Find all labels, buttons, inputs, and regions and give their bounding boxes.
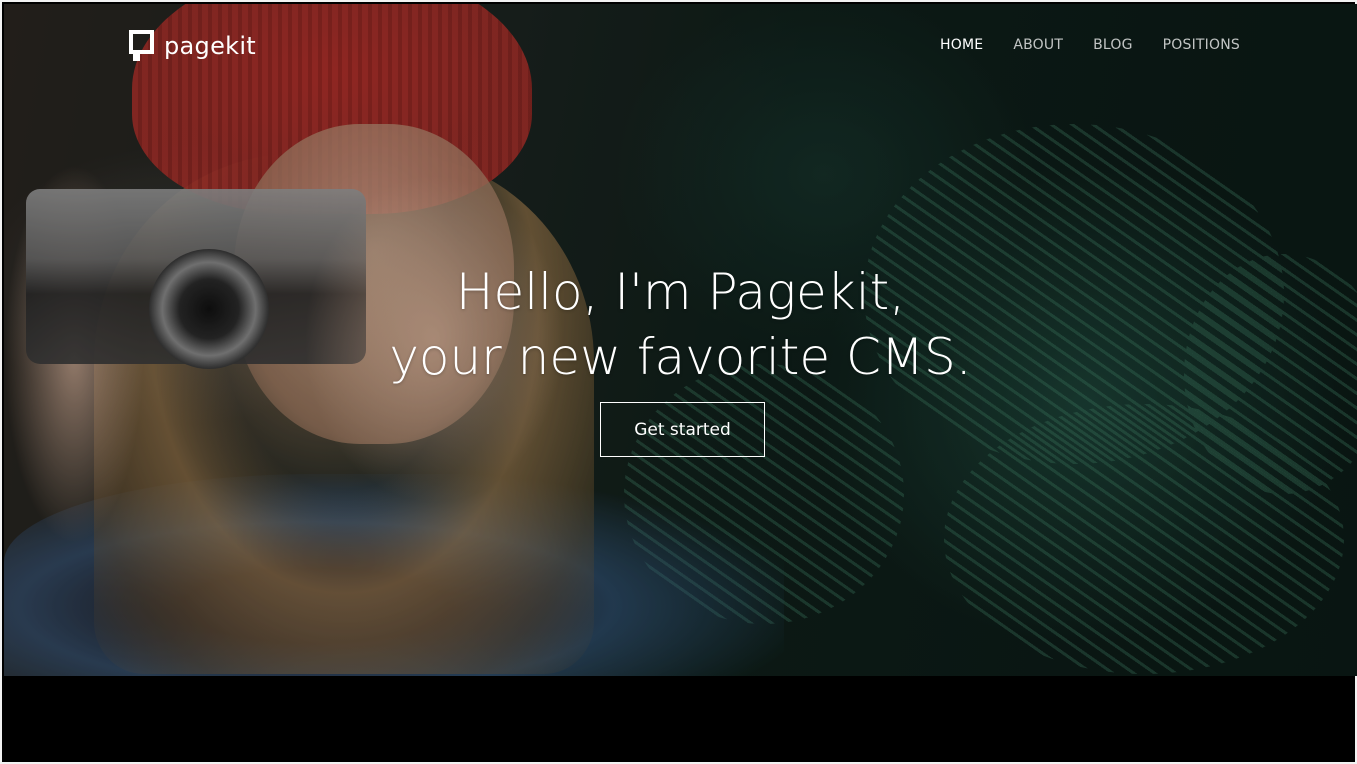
nav-item-positions[interactable]: POSITIONS [1163,37,1240,53]
brand-logo-link[interactable]: pagekit [129,30,256,61]
browser-viewport: pagekit HOME ABOUT BLOG POSITIONS Hello,… [0,0,1357,764]
get-started-button[interactable]: Get started [600,402,765,457]
nav-item-blog[interactable]: BLOG [1093,37,1133,53]
hero-headline-line-2: your new favorite CMS. [389,327,972,386]
hero-headline: Hello, I'm Pagekit, your new favorite CM… [4,260,1357,390]
hero-section: pagekit HOME ABOUT BLOG POSITIONS Hello,… [4,4,1357,676]
pagekit-logo-icon [129,30,154,61]
hero-headline-line-1: Hello, I'm Pagekit, [455,262,906,321]
nav-item-about[interactable]: ABOUT [1013,37,1063,53]
nav-item-home[interactable]: HOME [940,37,983,53]
brand-name: pagekit [164,31,257,60]
main-navigation: HOME ABOUT BLOG POSITIONS [940,37,1240,53]
